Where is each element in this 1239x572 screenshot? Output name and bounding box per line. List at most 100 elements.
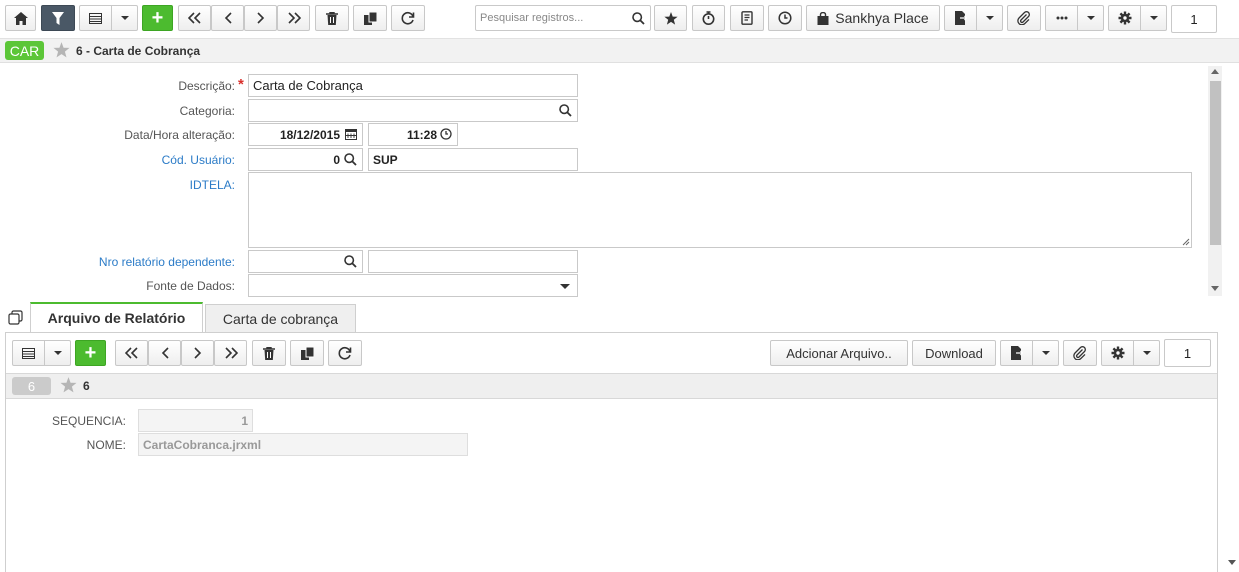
form-scrollbar[interactable] (1208, 66, 1222, 296)
favorite-button[interactable] (654, 5, 687, 31)
add-button[interactable]: + (142, 5, 173, 31)
trash-icon (326, 11, 338, 25)
sub-view-dropdown-button[interactable] (44, 340, 71, 366)
window-scrollbar[interactable] (1225, 540, 1239, 572)
search-icon[interactable] (344, 255, 357, 268)
hora-alteracao-input[interactable]: 11:28 (368, 123, 458, 146)
chevron-down-icon (1142, 351, 1151, 355)
view-dropdown-button[interactable] (111, 5, 138, 31)
sub-page-number-box[interactable]: 1 (1164, 339, 1211, 367)
settings-dropdown-button[interactable] (1140, 5, 1167, 31)
nome-value: CartaCobranca.jrxml (143, 437, 262, 452)
sub-last-record-button[interactable] (214, 340, 247, 366)
more-actions-button[interactable] (1045, 5, 1078, 31)
sub-record-badge: 6 (12, 377, 51, 395)
first-record-button[interactable] (178, 5, 211, 31)
data-alteracao-input[interactable]: 18/12/2015 (248, 123, 363, 146)
chevron-down-icon (985, 16, 994, 20)
sub-settings-dropdown-button[interactable] (1133, 340, 1160, 366)
sequencia-value: 1 (241, 413, 248, 428)
sub-duplicate-button[interactable] (290, 340, 324, 366)
double-chevron-right-icon (287, 12, 301, 24)
nro-relatorio-input[interactable] (248, 250, 363, 273)
sub-settings-button[interactable] (1101, 340, 1134, 366)
usuario-code-input[interactable]: 0 (248, 148, 363, 171)
download-button[interactable]: Download (912, 340, 996, 366)
export-button[interactable] (944, 5, 977, 31)
filter-button[interactable] (41, 5, 75, 31)
clock-icon[interactable] (440, 128, 452, 140)
sub-previous-record-button[interactable] (148, 340, 181, 366)
sub-grid-view-button[interactable] (12, 340, 45, 366)
nome-field: CartaCobranca.jrxml (138, 433, 468, 456)
idtela-textarea[interactable] (248, 172, 1192, 248)
sub-export-dropdown-button[interactable] (1032, 340, 1059, 366)
sub-add-button[interactable]: + (75, 340, 106, 366)
tab-arquivo-relatorio[interactable]: Arquivo de Relatório (30, 302, 203, 332)
nro-relatorio-label[interactable]: Nro relatório dependente: (99, 255, 235, 269)
delete-button[interactable] (315, 5, 349, 31)
last-record-button[interactable] (277, 5, 310, 31)
sub-next-record-button[interactable] (181, 340, 214, 366)
history-button[interactable] (768, 5, 802, 31)
search-icon[interactable] (344, 153, 357, 166)
page-number-box[interactable]: 1 (1171, 5, 1217, 33)
fonte-dados-select[interactable] (248, 274, 578, 297)
idtela-label[interactable]: IDTELA: (190, 178, 235, 192)
sankhya-place-button[interactable]: Sankhya Place (806, 5, 940, 31)
refresh-button[interactable] (391, 5, 425, 31)
sub-export-button[interactable] (1000, 340, 1033, 366)
descricao-input[interactable]: Carta de Cobrança (248, 74, 578, 97)
tab-carta-cobranca[interactable]: Carta de cobrança (205, 304, 356, 332)
copy-icon (363, 11, 377, 25)
report-button[interactable] (730, 5, 764, 31)
required-indicator: * (238, 76, 244, 93)
fonte-dados-label: Fonte de Dados: (146, 279, 235, 293)
usuario-label[interactable]: Cód. Usuário: (162, 153, 235, 167)
categoria-input[interactable] (248, 99, 578, 122)
categoria-label: Categoria: (179, 104, 235, 118)
scroll-up-icon[interactable] (1211, 69, 1219, 74)
settings-button[interactable] (1108, 5, 1141, 31)
home-button[interactable] (5, 5, 36, 31)
scroll-down-icon[interactable] (1211, 286, 1219, 291)
export-dropdown-button[interactable] (976, 5, 1003, 31)
usuario-name-value: SUP (373, 152, 398, 167)
more-actions-dropdown-button[interactable] (1077, 5, 1104, 31)
scroll-down-icon[interactable] (1228, 560, 1236, 565)
scrollbar-thumb[interactable] (1210, 81, 1221, 245)
double-chevron-left-icon (187, 12, 201, 24)
usuario-code-value: 0 (333, 152, 340, 167)
sub-attachment-button[interactable] (1063, 340, 1097, 366)
export-file-icon (1010, 346, 1023, 360)
refresh-icon (338, 347, 352, 360)
nro-relatorio-description (368, 250, 578, 273)
adicionar-arquivo-button[interactable]: Adcionar Arquivo.. (770, 340, 908, 366)
calendar-icon[interactable] (345, 128, 357, 140)
attachment-button[interactable] (1007, 5, 1041, 31)
grid-view-button[interactable] (79, 5, 112, 31)
chevron-down-icon (53, 351, 62, 355)
next-record-button[interactable] (244, 5, 277, 31)
duplicate-button[interactable] (353, 5, 387, 31)
chevron-left-icon (161, 347, 169, 359)
screen-badge-label: CAR (9, 42, 40, 59)
resize-handle-icon[interactable] (1182, 238, 1190, 246)
previous-record-button[interactable] (211, 5, 244, 31)
search-icon[interactable] (559, 104, 572, 117)
sub-refresh-button[interactable] (328, 340, 362, 366)
hora-alteracao-value: 11:28 (406, 127, 437, 142)
sub-first-record-button[interactable] (115, 340, 148, 366)
stopwatch-icon (702, 11, 715, 25)
search-input[interactable]: Pesquisar registros... (475, 5, 651, 31)
sub-delete-button[interactable] (252, 340, 286, 366)
star-icon[interactable] (53, 42, 70, 58)
star-icon[interactable] (60, 377, 77, 393)
plus-icon: + (84, 341, 97, 364)
timer-button[interactable] (692, 5, 725, 31)
chevron-down-icon (1041, 351, 1050, 355)
document-list-icon (741, 11, 753, 25)
shopping-bag-icon (817, 11, 829, 25)
collapse-icon[interactable] (8, 310, 23, 325)
chevron-down-icon (1149, 16, 1158, 20)
